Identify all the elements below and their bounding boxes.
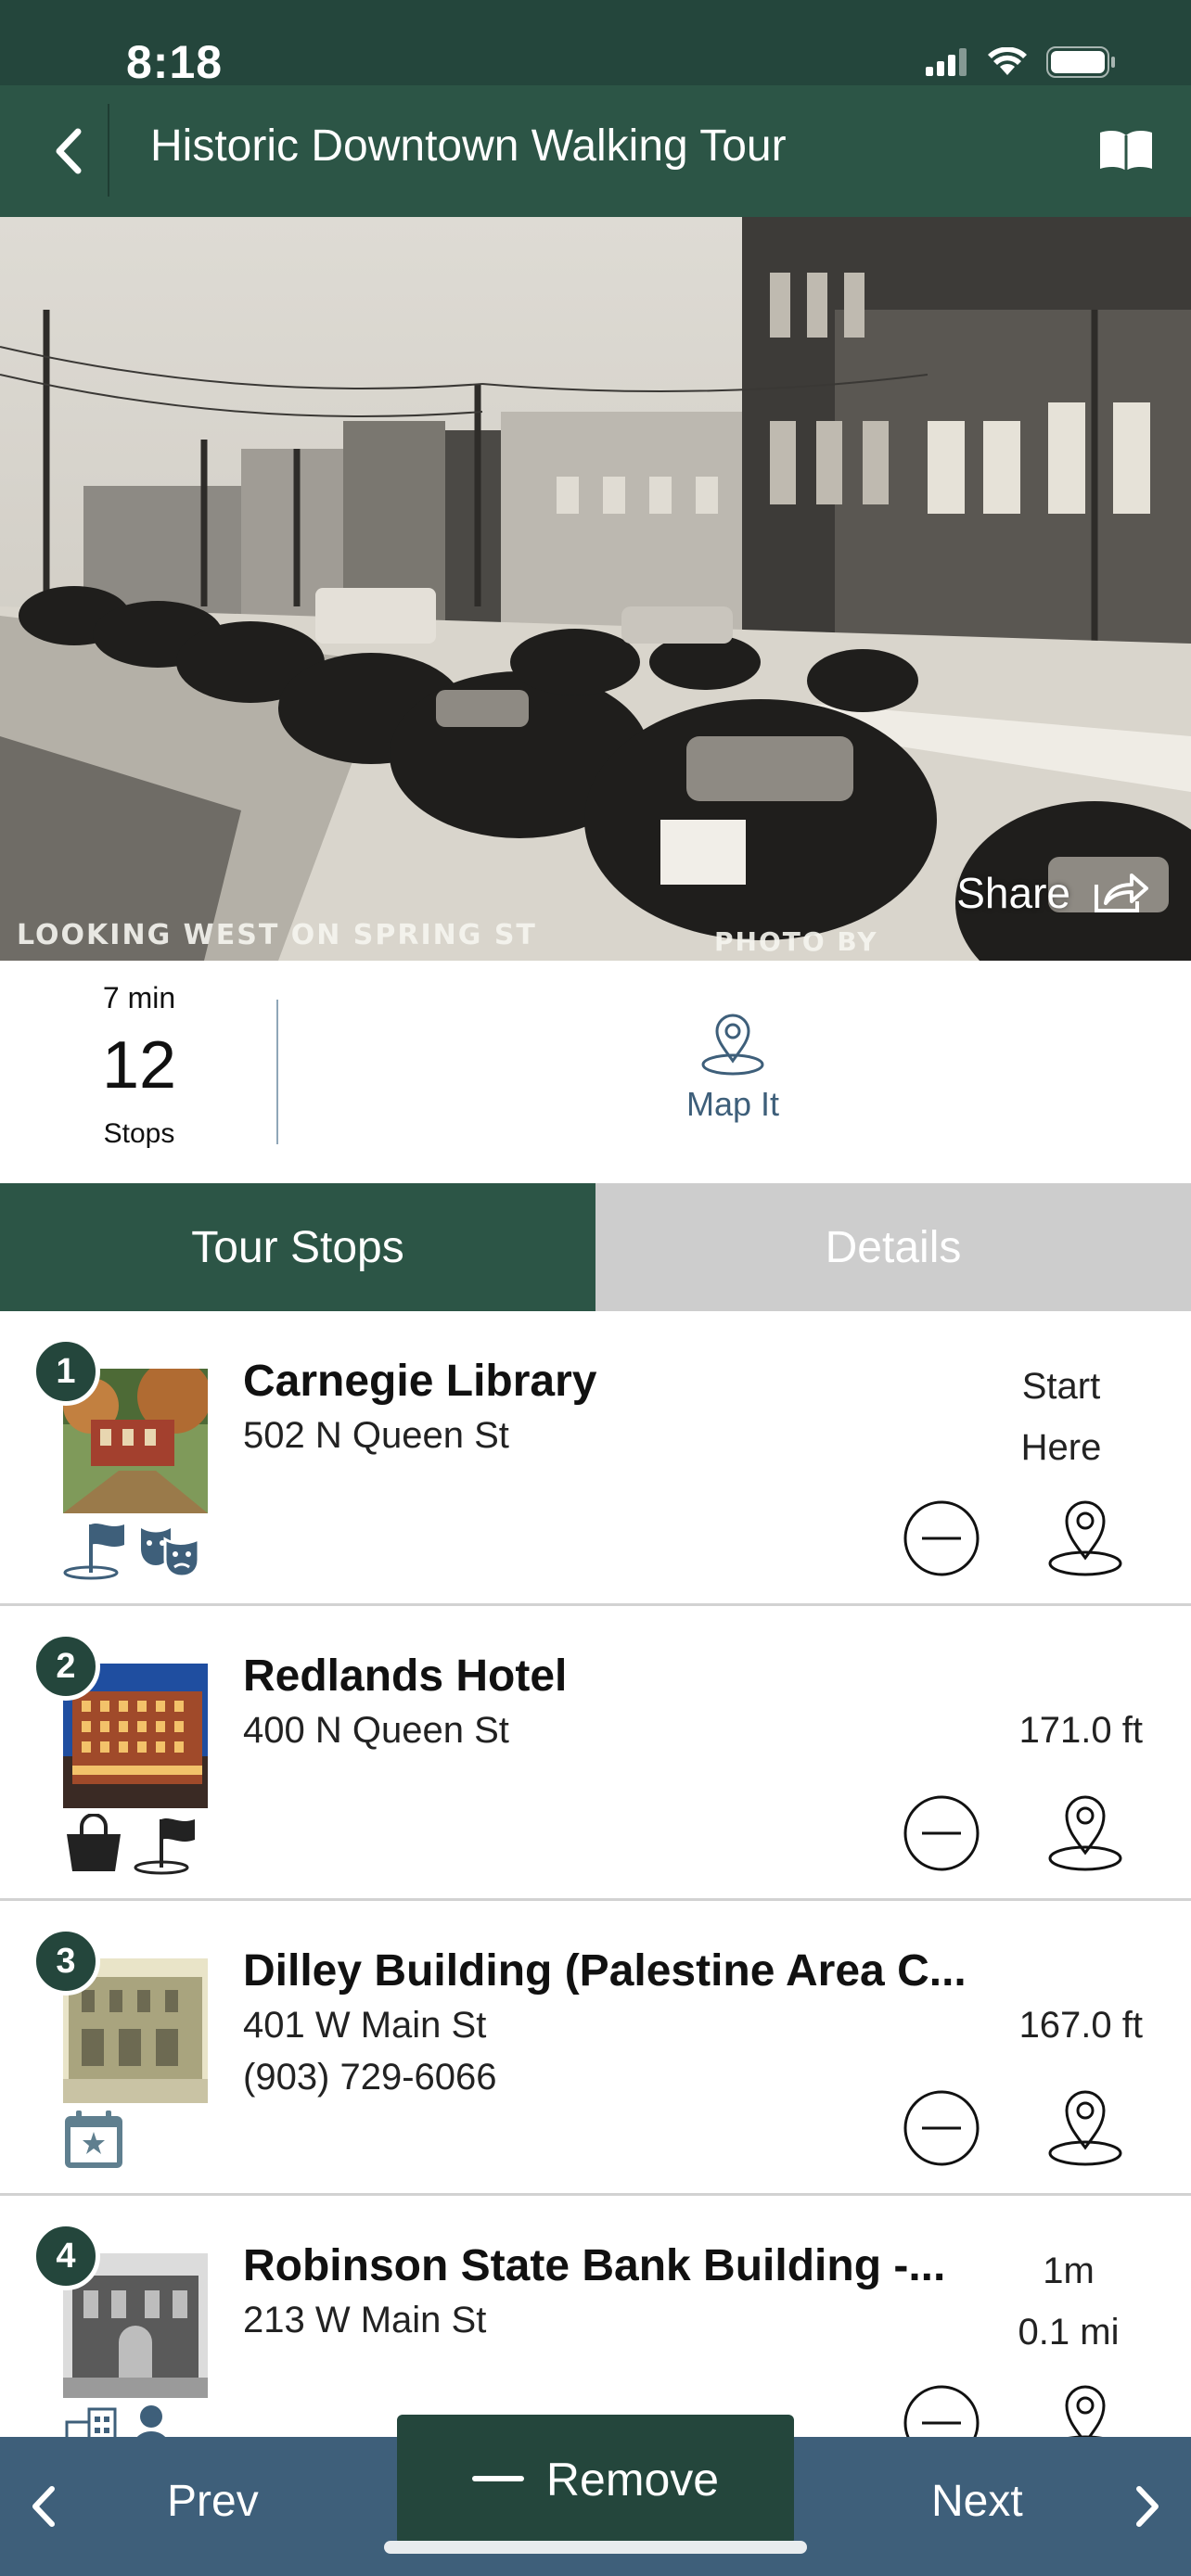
status-icons	[926, 46, 1117, 78]
stop-distance: 171.0 ft	[1018, 1710, 1143, 1751]
map-pin-icon	[701, 1014, 764, 1076]
stop-category-icons	[63, 1519, 202, 1580]
tour-summary: 7 min 12 Stops Map It	[0, 961, 1191, 1183]
stop-row[interactable]: 4 Robinson State Bank Building -... 213 …	[0, 2196, 1191, 2437]
stop-distance-line2: Here	[1020, 1427, 1102, 1468]
remove-stop-icon[interactable]	[900, 1792, 983, 1875]
stop-distance: 1m 0.1 mi	[994, 2240, 1143, 2363]
photo-caption-right: PHOTO BY	[714, 926, 878, 957]
flag-icon	[63, 1524, 124, 1580]
stop-address: 213 W Main St	[243, 2300, 487, 2340]
minus-icon	[471, 2476, 524, 2481]
stop-number-badge: 3	[32, 1927, 100, 1996]
city-buildings-icon	[65, 2407, 117, 2437]
tab-bar: Tour Stops Details	[0, 1183, 1191, 1311]
stop-map-pin-icon[interactable]	[1046, 2378, 1124, 2437]
stop-distance-line1: Start	[1021, 1366, 1101, 1407]
next-button[interactable]: Next	[801, 2437, 1191, 2576]
stops-label: Stops	[103, 1118, 175, 1149]
remove-stop-icon[interactable]	[900, 2381, 983, 2437]
stop-count: 12	[101, 1028, 177, 1103]
stop-name: Dilley Building (Palestine Area C...	[243, 1946, 967, 1996]
calendar-star-icon	[65, 2111, 122, 2168]
stop-row[interactable]: 3 Dilley Building (Palestine Area C... 4…	[0, 1901, 1191, 2196]
stop-distance-line1: 1m	[1043, 2251, 1095, 2291]
app-header: Historic Downtown Walking Tour	[0, 85, 1191, 217]
stop-row[interactable]: 1 Carnegie Library 502 N Queen St Start …	[0, 1311, 1191, 1606]
stop-map-pin-icon[interactable]	[1046, 1788, 1124, 1877]
back-button[interactable]	[28, 111, 108, 191]
header-divider	[108, 104, 109, 197]
remove-button[interactable]: Remove	[397, 2415, 794, 2544]
chevron-right-icon	[1136, 2486, 1159, 2527]
remove-stop-icon[interactable]	[900, 1497, 983, 1580]
wifi-icon	[988, 47, 1027, 75]
stop-address: 400 N Queen St	[243, 1710, 509, 1751]
status-time: 8:18	[126, 36, 224, 88]
open-book-icon	[1100, 131, 1152, 171]
bottom-navigation: Prev Remove Next	[0, 2415, 1191, 2576]
stop-address: 401 W Main St	[243, 2005, 487, 2046]
share-button[interactable]: Share	[956, 868, 1150, 918]
stop-distance: Start Here	[987, 1356, 1135, 1478]
stop-row[interactable]: 2 Redlands Hotel 400 N Queen St 171.0 ft	[0, 1606, 1191, 1901]
share-label: Share	[956, 869, 1070, 917]
stop-phone[interactable]: (903) 729-6066	[243, 2057, 497, 2098]
stop-distance: 167.0 ft	[1018, 2005, 1143, 2046]
share-arrow-icon	[1095, 874, 1148, 912]
tab-tour-stops[interactable]: Tour Stops	[0, 1183, 596, 1311]
tab-details[interactable]: Details	[596, 1183, 1191, 1311]
historic-street-photo	[0, 217, 1191, 961]
chevron-left-icon	[32, 2486, 55, 2527]
guide-book-button[interactable]	[1089, 113, 1163, 187]
stop-category-icons	[63, 2404, 174, 2437]
stop-map-pin-icon[interactable]	[1046, 1493, 1124, 1582]
stop-name: Redlands Hotel	[243, 1651, 568, 1701]
person-icon	[136, 2405, 166, 2437]
stop-category-icons	[63, 2109, 124, 2170]
stop-number-badge: 1	[32, 1337, 100, 1406]
stop-number-badge: 2	[32, 1632, 100, 1701]
stop-map-pin-icon[interactable]	[1046, 2083, 1124, 2172]
flag-icon	[134, 1818, 195, 1875]
remove-label: Remove	[545, 2454, 720, 2506]
tour-stops-list: 1 Carnegie Library 502 N Queen St Start …	[0, 1311, 1191, 2437]
home-indicator[interactable]	[384, 2541, 807, 2554]
next-label: Next	[931, 2477, 1023, 2526]
cellular-signal-icon	[926, 48, 967, 76]
status-bar: 8:18	[0, 0, 1191, 88]
prev-button[interactable]: Prev	[0, 2437, 390, 2576]
stop-name: Carnegie Library	[243, 1357, 597, 1406]
stop-address: 502 N Queen St	[243, 1415, 509, 1456]
prev-label: Prev	[167, 2477, 259, 2526]
tour-duration: 7 min	[102, 981, 176, 1014]
stop-category-icons	[63, 1814, 198, 1875]
page-title: Historic Downtown Walking Tour	[150, 121, 787, 171]
stop-distance-line2: 0.1 mi	[1018, 2312, 1120, 2353]
stop-number-badge: 4	[32, 2222, 100, 2290]
theater-masks-icon	[141, 1528, 200, 1578]
battery-icon	[1046, 46, 1115, 78]
chevron-left-icon	[56, 128, 82, 174]
summary-divider	[276, 1000, 278, 1144]
photo-caption-left: LOOKING WEST ON SPRING ST	[17, 919, 537, 951]
shopping-bag-icon	[67, 1814, 121, 1871]
map-it-button[interactable]: Map It	[640, 1011, 826, 1124]
map-it-label: Map It	[685, 1085, 780, 1123]
stop-name: Robinson State Bank Building -...	[243, 2241, 946, 2290]
tour-hero-photo: LOOKING WEST ON SPRING ST PHOTO BY Share	[0, 217, 1191, 961]
remove-stop-icon[interactable]	[900, 2086, 983, 2170]
